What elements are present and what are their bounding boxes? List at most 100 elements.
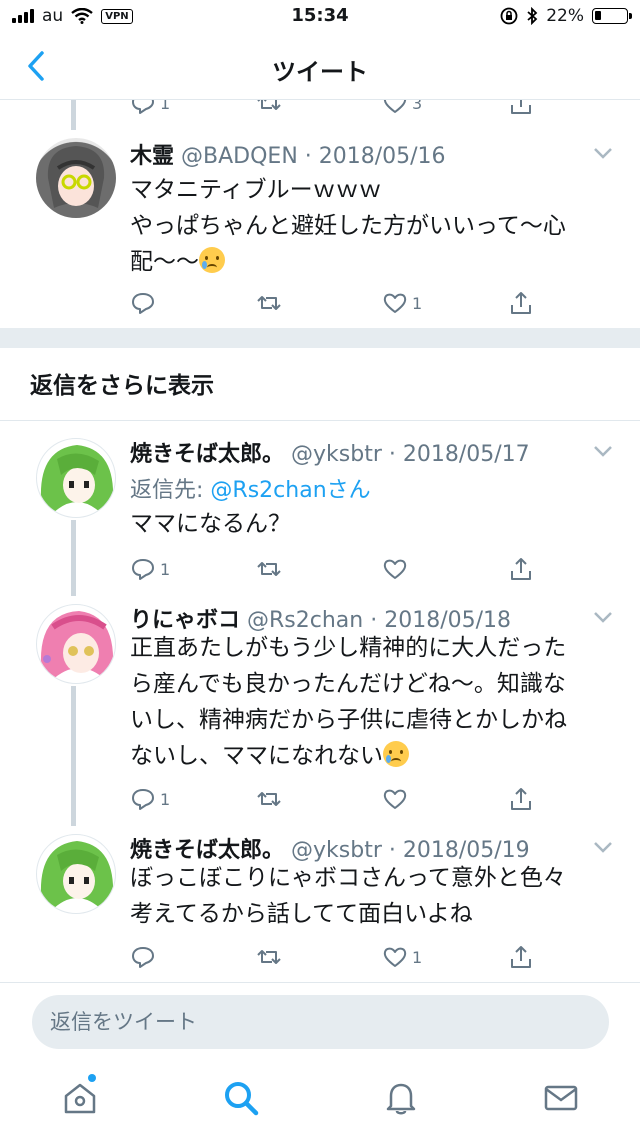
avatar[interactable] <box>36 438 116 518</box>
chevron-down-icon[interactable] <box>592 610 614 624</box>
like-button[interactable]: 1 <box>382 288 422 318</box>
share-button[interactable] <box>508 942 534 972</box>
heart-icon <box>383 559 407 579</box>
reply-button[interactable]: 1 <box>130 100 170 118</box>
avatar-image <box>40 445 114 515</box>
reply-button[interactable] <box>130 288 160 318</box>
retweet-icon <box>257 792 281 806</box>
retweet-icon <box>257 100 281 110</box>
reply-to-handle[interactable]: @Rs2chanさん <box>210 478 370 503</box>
show-more-replies-button[interactable]: 返信をさらに表示 <box>30 366 214 400</box>
tweet-actions: 1 <box>130 942 540 972</box>
tweet-header: 焼きそば太郎。 @yksbtr · 2018/05/17 <box>130 436 530 468</box>
reply-to-line: 返信先: @Rs2chanさん <box>130 472 371 504</box>
display-name[interactable]: 焼きそば太郎。 <box>130 442 284 467</box>
thread-line <box>71 520 76 596</box>
heart-icon <box>383 100 407 113</box>
tweet-actions: 1 <box>130 784 540 814</box>
share-button[interactable] <box>508 288 534 318</box>
retweet-button[interactable] <box>256 942 282 972</box>
reply-icon <box>132 100 154 114</box>
avatar-image <box>40 611 114 681</box>
notification-dot <box>88 1074 96 1082</box>
chevron-down-icon[interactable] <box>592 840 614 854</box>
tab-bar <box>0 1060 640 1137</box>
tweet-header: 木霊 @BADQEN · 2018/05/16 <box>130 138 446 170</box>
share-icon <box>511 788 531 810</box>
tweet-line: ぼっこぼこりにゃボコさんって意外と色々 <box>130 865 566 891</box>
chevron-down-icon[interactable] <box>592 444 614 458</box>
share-button[interactable] <box>508 784 534 814</box>
section-divider <box>0 328 640 348</box>
reply-button[interactable]: 1 <box>130 784 170 814</box>
tweet-line: ないし、ママになれない <box>130 743 383 769</box>
tweet-actions: 1 3 <box>130 100 540 118</box>
avatar-image <box>40 841 114 911</box>
tweet-text: ママになるん？ <box>130 506 610 542</box>
reply-icon <box>132 293 154 314</box>
tweet-text: マタニティブルーｗｗｗ やっぱちゃんと避妊した方がいいって〜心 配〜〜 <box>130 172 610 280</box>
battery-percent: 22% <box>546 6 584 26</box>
like-button[interactable]: 3 <box>382 100 422 118</box>
battery-icon <box>592 8 632 24</box>
heart-icon <box>383 293 407 313</box>
tweet-text: ぼっこぼこりにゃボコさんって意外と色々 考えてるから話してて面白いよね <box>130 860 610 932</box>
reply-button[interactable]: 1 <box>130 554 170 584</box>
mail-icon <box>544 1085 578 1111</box>
tweet-line: ママになるん？ <box>130 511 291 537</box>
reply-icon <box>132 947 154 968</box>
display-name[interactable]: 木霊 <box>130 144 174 169</box>
search-icon <box>225 1082 259 1116</box>
reply-bar: 返信をツイート <box>0 982 640 1052</box>
heart-icon <box>383 789 407 809</box>
like-count: 3 <box>412 100 423 113</box>
like-button[interactable]: 1 <box>382 942 422 972</box>
retweet-icon <box>257 562 281 576</box>
bell-icon <box>386 1083 416 1115</box>
reply-to-label: 返信先: <box>130 478 204 503</box>
reply-button[interactable] <box>130 942 160 972</box>
retweet-button[interactable] <box>256 554 282 584</box>
share-button[interactable] <box>508 554 534 584</box>
like-count: 1 <box>412 947 423 967</box>
tweet-thread[interactable]: 1 3 木霊 @BADQEN · 2018/05/16 マタニティブルーｗｗｗ … <box>0 100 640 982</box>
tweet-actions: 1 <box>130 554 540 584</box>
reply-count: 1 <box>160 789 171 809</box>
like-button[interactable] <box>382 554 412 584</box>
divider <box>0 420 640 421</box>
tweet-actions: 1 <box>130 288 540 318</box>
heart-icon <box>383 947 407 967</box>
tab-messages[interactable] <box>541 1078 581 1118</box>
avatar[interactable] <box>36 138 116 218</box>
chevron-down-icon[interactable] <box>592 146 614 160</box>
retweet-button[interactable] <box>256 288 282 318</box>
avatar[interactable] <box>36 834 116 914</box>
home-icon <box>64 1083 96 1114</box>
reply-count: 1 <box>160 100 171 113</box>
thread-line <box>71 100 76 130</box>
sad-emoji-icon <box>383 741 409 767</box>
tab-search[interactable] <box>221 1078 261 1118</box>
retweet-button[interactable] <box>256 784 282 814</box>
orientation-lock-icon <box>500 7 518 25</box>
avatar[interactable] <box>36 604 116 684</box>
share-button[interactable] <box>508 100 534 118</box>
page-title: ツイート <box>272 58 368 86</box>
reply-icon <box>132 789 154 810</box>
reply-icon <box>132 559 154 580</box>
like-button[interactable] <box>382 784 412 814</box>
status-bar: au VPN 15:34 22% <box>0 0 640 34</box>
retweet-button[interactable] <box>256 100 282 118</box>
handle-date: @BADQEN · 2018/05/16 <box>181 144 446 169</box>
reply-input[interactable]: 返信をツイート <box>32 995 609 1049</box>
share-icon <box>511 100 531 114</box>
thread-line <box>71 686 76 826</box>
tweet-line: 正直あたしがもう少し精神的に大人だった <box>130 635 567 661</box>
tab-home[interactable] <box>60 1078 100 1118</box>
bluetooth-icon <box>527 7 538 25</box>
avatar-image <box>47 146 105 208</box>
tab-notifications[interactable] <box>381 1078 421 1118</box>
tweet-line: 配〜〜 <box>130 249 199 275</box>
crying-emoji-icon <box>199 247 225 273</box>
share-icon <box>511 292 531 314</box>
